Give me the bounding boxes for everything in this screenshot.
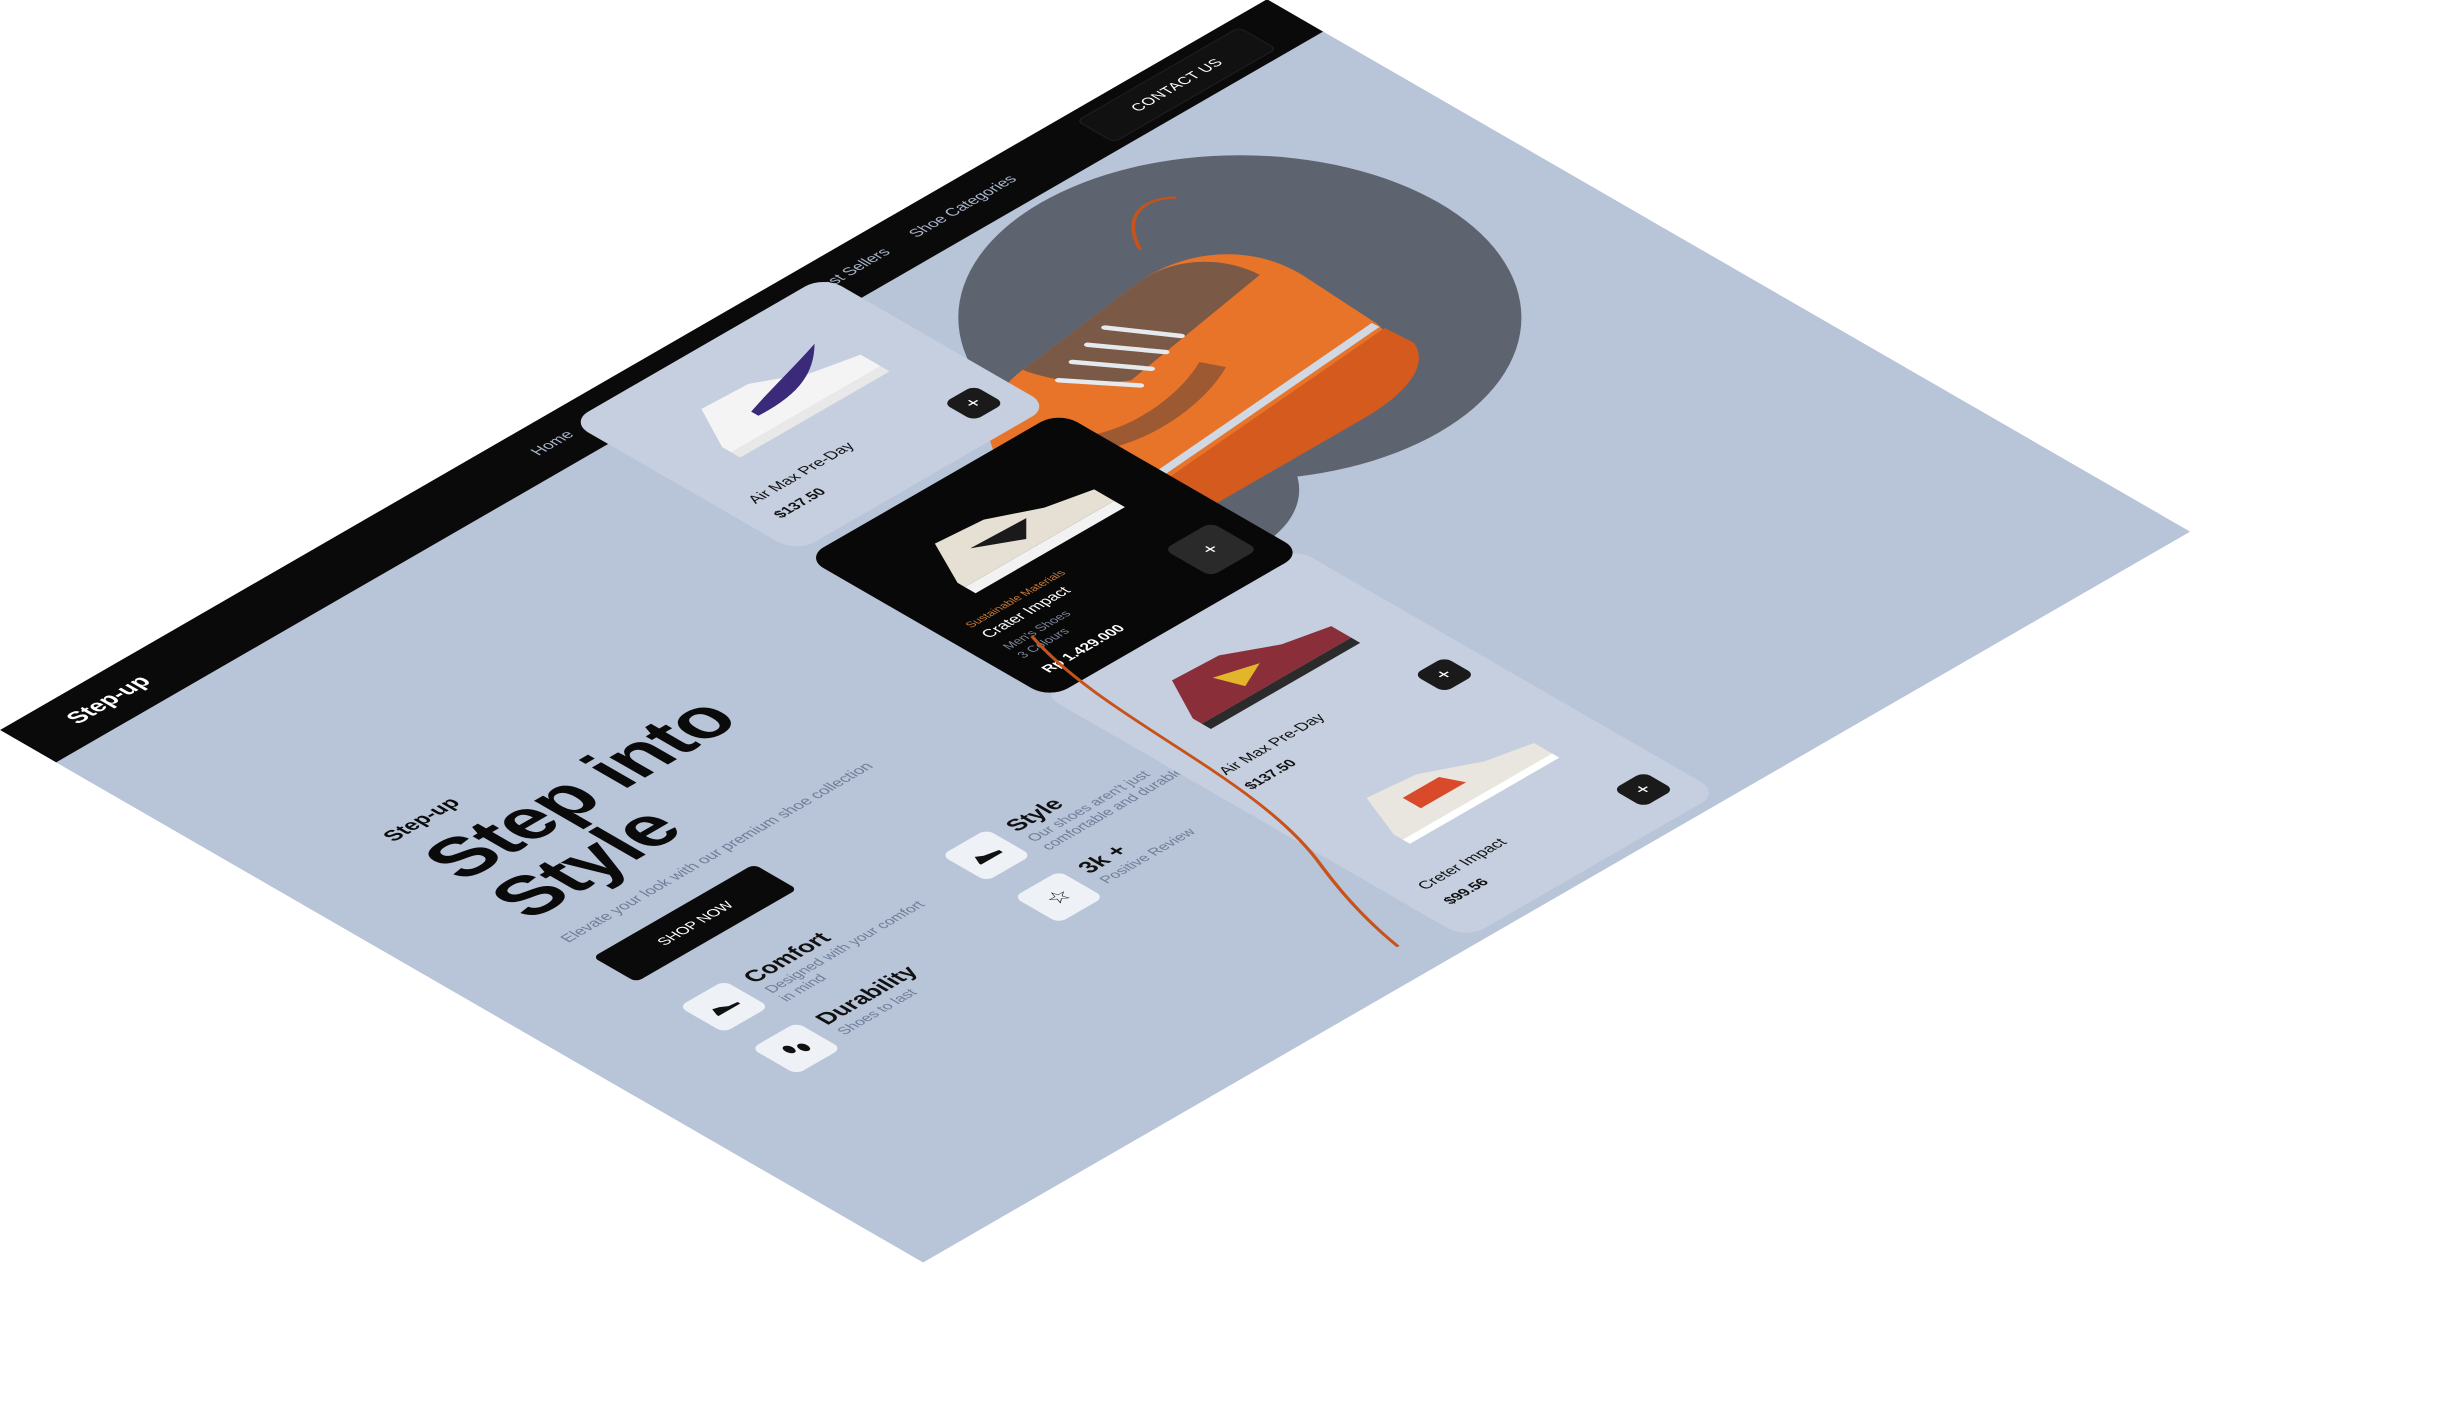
add-to-cart-button[interactable]: + — [1413, 656, 1476, 693]
isometric-stage: Step-up Home About Shop New Arrivals Bes… — [0, 0, 2451, 1415]
add-to-cart-button[interactable]: + — [943, 385, 1005, 421]
star-icon: ☆ — [1013, 870, 1105, 924]
product-image — [701, 343, 890, 458]
brand-logo[interactable]: Step-up — [60, 672, 158, 728]
footprints-icon — [751, 1022, 842, 1075]
landing-page: Step-up Home About Shop New Arrivals Bes… — [0, 0, 2191, 1263]
contact-us-button[interactable]: CONTACT US — [1076, 26, 1277, 143]
add-to-cart-button[interactable]: + — [1612, 771, 1675, 808]
sneaker-icon — [678, 980, 770, 1033]
nav-item-home[interactable]: Home — [527, 428, 579, 458]
shoe-icon — [941, 829, 1032, 882]
add-to-cart-button[interactable]: + — [1163, 522, 1258, 577]
